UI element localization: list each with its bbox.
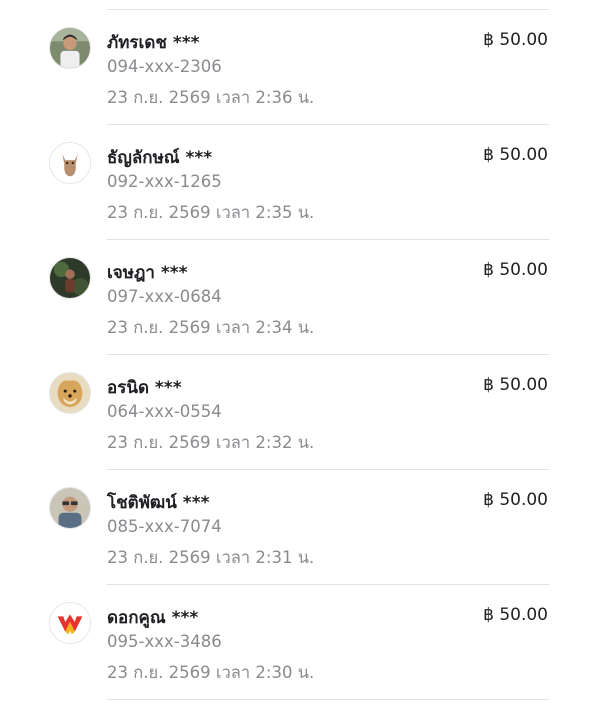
sender-phone: 094-xxx-2306 [107,57,222,76]
sender-name: ดอกคูณ *** [107,608,199,628]
divider [107,699,549,700]
person-avatar-icon [49,27,91,69]
sender-phone: 064-xxx-0554 [107,402,222,421]
transaction-amount: ฿ 50.00 [483,490,548,510]
transaction-row[interactable]: อรนิด *** 064-xxx-0554 23 ก.ย. 2569 เวลา… [0,354,591,469]
transaction-time: 23 ก.ย. 2569 เวลา 2:32 น. [107,433,315,452]
sender-phone: 097-xxx-0684 [107,287,222,306]
sender-name: อรนิด *** [107,378,182,398]
sender-phone: 092-xxx-1265 [107,172,222,191]
sender-phone: 085-xxx-7074 [107,517,222,536]
transaction-time: 23 ก.ย. 2569 เวลา 2:35 น. [107,203,315,222]
transaction-row[interactable]: ภัทรเดช *** 094-xxx-2306 23 ก.ย. 2569 เว… [0,9,591,124]
sender-name: ภัทรเดช *** [107,33,200,53]
transaction-row[interactable]: ดอกคูณ *** 095-xxx-3486 23 ก.ย. 2569 เวล… [0,584,591,699]
transaction-row[interactable]: ธัญลักษณ์ *** 092-xxx-1265 23 ก.ย. 2569 … [0,124,591,239]
transaction-amount: ฿ 50.00 [483,605,548,625]
sender-name: เจษฎา *** [107,263,188,283]
sender-name: โชติพัฒน์ *** [107,493,210,513]
transaction-row[interactable]: เจษฎา *** 097-xxx-0684 23 ก.ย. 2569 เวลา… [0,239,591,354]
person-glasses-avatar-icon [49,487,91,529]
sender-phone: 095-xxx-3486 [107,632,222,651]
transaction-time: 23 ก.ย. 2569 เวลา 2:30 น. [107,663,315,682]
transaction-amount: ฿ 50.00 [483,30,548,50]
transaction-row[interactable]: โชติพัฒน์ *** 085-xxx-7074 23 ก.ย. 2569 … [0,469,591,584]
transaction-time: 23 ก.ย. 2569 เวลา 2:34 น. [107,318,315,337]
transaction-amount: ฿ 50.00 [483,145,548,165]
w-logo-avatar-icon [49,602,91,644]
cat-avatar-icon [49,142,91,184]
transaction-amount: ฿ 50.00 [483,260,548,280]
transaction-time: 23 ก.ย. 2569 เวลา 2:36 น. [107,88,315,107]
sender-name: ธัญลักษณ์ *** [107,148,213,168]
doge-avatar-icon [49,372,91,414]
dark-photo-avatar-icon [49,257,91,299]
transaction-time: 23 ก.ย. 2569 เวลา 2:31 น. [107,548,315,567]
transaction-amount: ฿ 50.00 [483,375,548,395]
